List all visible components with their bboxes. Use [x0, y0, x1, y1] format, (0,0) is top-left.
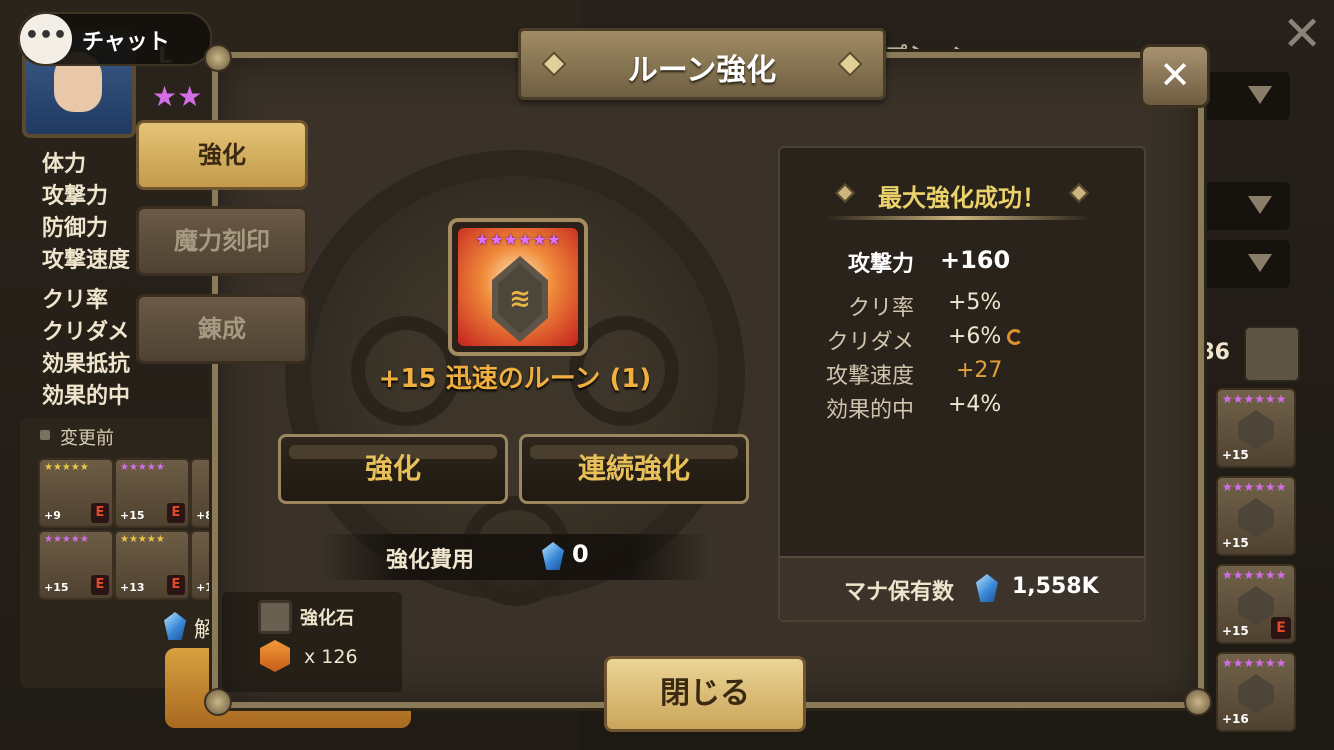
stat-label: 防御力: [42, 216, 109, 241]
enhance-stone-checkbox[interactable]: [258, 600, 292, 634]
rune-slot[interactable]: ★★★★★★ +15: [1216, 388, 1296, 468]
close-icon[interactable]: ✕: [1140, 44, 1210, 108]
mana-held-label: マナ保有数: [844, 580, 955, 605]
dialog-corner-ornament: [204, 688, 232, 716]
material-box: 強化石 x 126: [222, 592, 402, 692]
stat-label: 攻撃速度: [42, 248, 131, 273]
dialog-title: ルーン強化: [627, 53, 777, 88]
background-close-icon[interactable]: ✕: [1282, 6, 1322, 62]
main-stat-value: +160: [940, 246, 1011, 274]
stat-label: 攻撃力: [42, 184, 109, 209]
result-divider: [826, 216, 1090, 220]
sub-stat-value: +4%: [948, 392, 1002, 417]
sub-stat-name: 効果的中: [825, 398, 914, 423]
rune-slot[interactable]: ★★★★★★ +15 E: [1216, 564, 1296, 644]
mana-bag-icon[interactable]: [1244, 326, 1300, 382]
dialog-corner-ornament: [204, 44, 232, 72]
mana-crystal-icon: [976, 574, 998, 602]
rune-slot[interactable]: ★★★★★★ +16: [1216, 652, 1296, 732]
tab-magic-engrave[interactable]: 魔力刻印: [136, 206, 308, 276]
rune-background: ★★★★★★ ≋: [458, 228, 578, 346]
before-change-label: 変更前: [60, 428, 114, 449]
result-panel: 最大強化成功！ 攻撃力 +160 クリ率 +5% クリダメ +6% 攻撃速度 +…: [778, 146, 1146, 622]
enhance-button[interactable]: 強化: [278, 434, 508, 504]
stat-label: 体力: [42, 152, 87, 177]
tab-enhance[interactable]: 強化: [136, 120, 308, 190]
mana-footer: マナ保有数 1,558K: [780, 556, 1144, 620]
checkbox-icon[interactable]: [40, 430, 50, 440]
rune-card[interactable]: ★★★★★★ ≋: [448, 218, 588, 356]
dialog-title-plate: ルーン強化: [518, 28, 886, 100]
sub-stat-name: クリダメ: [826, 330, 914, 355]
sub-stat-value: +5%: [948, 290, 1002, 315]
swift-rune-icon: ≋: [509, 284, 531, 314]
rune-slot[interactable]: ★★★★★ +9 E: [38, 458, 114, 528]
enhance-stone-icon: [260, 640, 290, 672]
continuous-enhance-button[interactable]: 連続強化: [519, 434, 749, 504]
sub-stat-value: +6%: [948, 324, 1002, 349]
rune-slot[interactable]: ★★★★★★ +15: [1216, 476, 1296, 556]
stat-label: クリダメ: [42, 320, 130, 345]
sub-stat-value: +27: [956, 358, 1003, 383]
rune-stars: ★★★★★★: [474, 230, 562, 249]
stat-label: クリ率: [42, 288, 109, 313]
tab-refine[interactable]: 錬成: [136, 294, 308, 364]
main-stat-name: 攻撃力: [847, 252, 914, 277]
stat-label: 効果抵抗: [42, 352, 131, 377]
rune-slot[interactable]: ★★★★★ +15 E: [38, 530, 114, 600]
enhance-stone-count: x 126: [304, 646, 358, 668]
cost-label: 強化費用: [386, 548, 475, 573]
chat-button[interactable]: ••• チャット: [18, 12, 212, 66]
cost-value: 0: [572, 540, 589, 568]
cost-bar: [320, 534, 710, 580]
sub-stat-name: 攻撃速度: [825, 364, 914, 389]
dialog-corner-ornament: [1184, 688, 1212, 716]
chat-label: チャット: [82, 30, 170, 55]
chat-bubble-icon: •••: [20, 14, 72, 64]
hero-stars: ★★: [152, 80, 203, 113]
stat-label: 効果的中: [42, 384, 131, 409]
reappraise-icon: [1007, 329, 1024, 345]
mana-held-value: 1,558K: [1012, 574, 1099, 599]
enhance-stone-label: 強化石: [300, 608, 354, 629]
sub-stat-name: クリ率: [847, 296, 914, 321]
rune-slot[interactable]: ★★★★★ +15 E: [114, 458, 190, 528]
rune-slot[interactable]: ★★★★★ +13 E: [114, 530, 190, 600]
result-title: 最大強化成功！: [878, 184, 1046, 212]
rune-name: +15 迅速のルーン (1): [378, 364, 652, 394]
close-button[interactable]: 閉じる: [604, 656, 806, 732]
